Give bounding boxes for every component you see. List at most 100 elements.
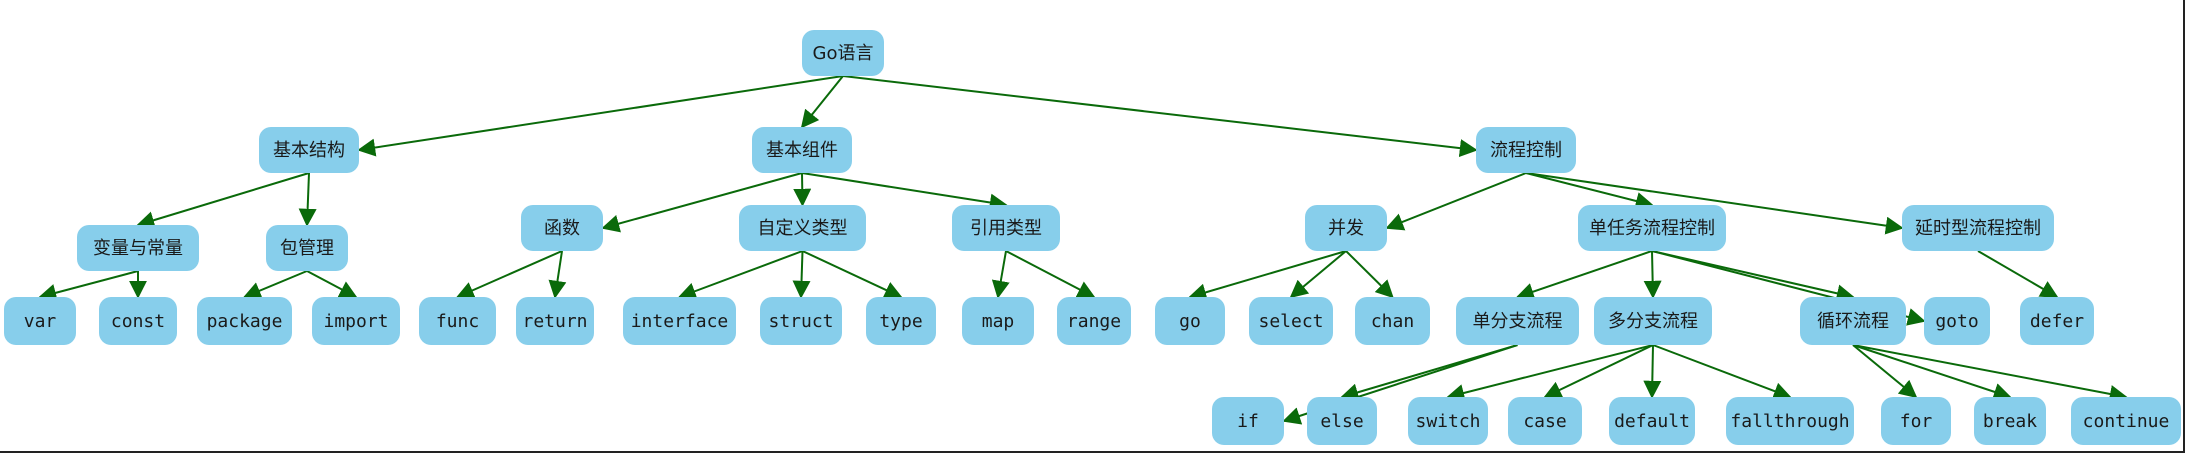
node-label: Go语言 xyxy=(813,43,874,64)
node-return: return xyxy=(516,297,594,345)
edge xyxy=(1652,344,1792,400)
node-label: chan xyxy=(1371,311,1414,332)
node-label: 多分支流程 xyxy=(1608,311,1698,332)
edge xyxy=(801,172,1008,212)
node-goto: goto xyxy=(1924,297,1990,345)
edge-root-to-flow-control xyxy=(842,75,1478,158)
node-import: import xyxy=(312,297,400,345)
node-go: go xyxy=(1155,297,1225,345)
edge-ref-type-to-range xyxy=(1005,250,1096,298)
node-root: Go语言 xyxy=(802,30,884,76)
node-loop: 循环流程 xyxy=(1800,297,1906,345)
node-switch: switch xyxy=(1408,397,1488,445)
edge xyxy=(1289,250,1347,299)
node-if: if xyxy=(1212,397,1284,445)
edge-var-const-to-var xyxy=(38,270,139,302)
edge xyxy=(802,250,903,299)
node-label: const xyxy=(111,311,165,332)
edge xyxy=(242,270,308,300)
node-struct: struct xyxy=(760,297,842,345)
edge xyxy=(793,172,812,207)
node-function: 函数 xyxy=(521,205,603,251)
edge xyxy=(1340,344,1518,402)
node-range: range xyxy=(1057,297,1131,345)
node-default: default xyxy=(1609,397,1695,445)
node-label: 延时型流程控制 xyxy=(1915,218,2041,239)
node-label: import xyxy=(323,311,388,332)
edge xyxy=(677,250,803,300)
node-select: select xyxy=(1249,297,1333,345)
node-label: 变量与常量 xyxy=(93,238,183,259)
edge-single-task-to-single-branch xyxy=(1515,250,1653,301)
node-basic-structure: 基本结构 xyxy=(259,127,359,173)
edge xyxy=(548,250,567,299)
node-label: for xyxy=(1900,411,1933,432)
node-label: 基本结构 xyxy=(273,140,345,161)
edge xyxy=(1515,250,1653,301)
node-label: return xyxy=(522,311,587,332)
node-const: const xyxy=(99,297,177,345)
node-for: for xyxy=(1881,397,1951,445)
edge xyxy=(1385,172,1527,231)
edge xyxy=(38,270,139,302)
edge-function-to-return xyxy=(548,250,567,299)
node-single-task: 单任务流程控制 xyxy=(1578,205,1726,251)
node-label: func xyxy=(436,311,479,332)
edge-custom-type-to-interface xyxy=(677,250,803,300)
edge xyxy=(136,172,310,229)
node-deferred: 延时型流程控制 xyxy=(1902,205,2054,251)
node-label: else xyxy=(1320,411,1363,432)
node-label: default xyxy=(1614,411,1690,432)
node-label: defer xyxy=(2030,311,2084,332)
node-defer: defer xyxy=(2020,297,2094,345)
node-label: select xyxy=(1258,311,1323,332)
edge-basic-components-to-custom-type xyxy=(793,172,812,207)
node-interface: interface xyxy=(623,297,736,345)
edge-basic-structure-to-var-const xyxy=(136,172,310,229)
edge-basic-structure-to-pkg-mgmt xyxy=(298,172,317,227)
edge-concurrency-to-go xyxy=(1188,250,1347,302)
edge-multi-branch-to-switch xyxy=(1446,344,1654,402)
node-label: goto xyxy=(1935,311,1978,332)
edge-pkg-mgmt-to-package xyxy=(242,270,308,300)
edge xyxy=(1543,344,1654,399)
node-map: map xyxy=(962,297,1034,345)
node-label: 自定义类型 xyxy=(758,218,848,239)
edge xyxy=(1977,250,2059,298)
edge xyxy=(842,75,1478,158)
edge xyxy=(1188,250,1347,302)
edge-basic-components-to-ref-type xyxy=(801,172,1008,212)
edge-root-to-basic-components xyxy=(800,75,844,129)
node-label: if xyxy=(1237,411,1259,432)
node-label: type xyxy=(879,311,922,332)
node-label: package xyxy=(207,311,283,332)
tree-diagram: Go语言基本结构 基本组件 流程控制变量与常量 包管理 var const package i… xyxy=(4,30,2181,445)
node-ref-type: 引用类型 xyxy=(952,205,1060,251)
node-else: else xyxy=(1307,397,1377,445)
node-label: interface xyxy=(631,311,729,332)
node-var-const: 变量与常量 xyxy=(77,225,199,271)
edge-concurrency-to-chan xyxy=(1345,250,1394,299)
node-case: case xyxy=(1508,397,1582,445)
edge-single-task-to-multi-branch xyxy=(1643,250,1662,299)
node-label: go xyxy=(1179,311,1201,332)
edge-multi-branch-to-default xyxy=(1643,344,1662,399)
node-label: 引用类型 xyxy=(970,218,1042,239)
edge-multi-branch-to-case xyxy=(1543,344,1654,399)
node-label: struct xyxy=(768,311,833,332)
node-label: 流程控制 xyxy=(1490,140,1562,161)
edge-custom-type-to-struct xyxy=(792,250,811,299)
edge-function-to-func xyxy=(455,250,563,299)
node-label: fallthrough xyxy=(1730,411,1849,432)
edge-ref-type-to-map xyxy=(991,250,1010,299)
edge xyxy=(455,250,563,299)
edge-multi-branch-to-fallthrough xyxy=(1652,344,1792,400)
node-label: 单任务流程控制 xyxy=(1589,218,1715,239)
node-package: package xyxy=(197,297,292,345)
node-label: 并发 xyxy=(1328,218,1364,239)
node-label: 循环流程 xyxy=(1817,311,1889,332)
node-basic-components: 基本组件 xyxy=(752,127,852,173)
node-fallthrough: fallthrough xyxy=(1726,397,1854,445)
node-label: range xyxy=(1067,311,1121,332)
edge xyxy=(1005,250,1096,298)
